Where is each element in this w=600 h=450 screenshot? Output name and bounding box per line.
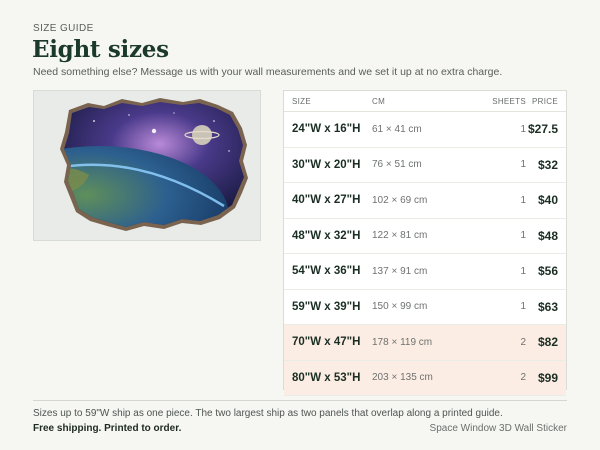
row-cm: 150 × 99 cm [372,301,428,313]
table-row: 70"W x 47"H 178 × 119 cm 2 $82 [284,325,566,361]
row-price: $56 [537,264,558,279]
row-price: $99 [537,370,558,385]
row-price: $27.5 [527,122,558,137]
col-price-header: PRICE [532,96,558,106]
row-cm: 122 × 81 cm [372,230,428,242]
table-header: SIZE CM SHEETS PRICE [284,91,566,112]
table-row: 24"W x 16"H 61 × 41 cm 1 $27.5 [284,112,566,148]
row-sheets: 1 [520,159,526,171]
shipping-note: Sizes up to 59"W ship as one piece. The … [33,408,503,419]
planet-icon [192,125,212,145]
row-price: $48 [537,228,558,243]
row-cm: 61 × 41 cm [372,123,422,135]
space-window-illustration [60,98,248,231]
table-row: 48"W x 32"H 122 × 81 cm 1 $48 [284,219,566,254]
row-price: $63 [537,299,558,314]
row-sheets: 1 [520,123,526,135]
size-table: SIZE CM SHEETS PRICE 24"W x 16"H 61 × 41… [283,90,567,396]
row-size: 40"W x 27"H [292,194,361,207]
table-row: 80"W x 53"H 203 × 135 cm 2 $99 [284,360,566,396]
row-sheets: 1 [520,301,526,313]
row-price: $82 [537,335,558,350]
col-cm-header: CM [372,96,386,106]
table-row: 59"W x 39"H 150 × 99 cm 1 $63 [284,290,566,325]
col-sheets-header: SHEETS [492,96,526,106]
eyebrow: SIZE GUIDE [33,23,94,34]
row-size: 59"W x 39"H [292,300,361,313]
row-sheets: 1 [520,230,526,242]
row-cm: 137 × 91 cm [372,265,428,277]
row-cm: 102 × 69 cm [372,194,428,206]
free-shipping-text: Free shipping. Printed to order. [33,423,182,434]
product-name: Space Window 3D Wall Sticker [429,423,567,434]
footer-divider [33,400,567,401]
table-row: 54"W x 36"H 137 × 91 cm 1 $56 [284,254,566,290]
row-size: 70"W x 47"H [292,336,361,349]
table-row: 40"W x 27"H 102 × 69 cm 1 $40 [284,183,566,219]
row-cm: 178 × 119 cm [372,336,433,348]
row-sheets: 2 [520,336,526,348]
row-size: 54"W x 36"H [292,265,361,278]
page-title: Eight sizes [32,36,169,63]
row-price: $40 [537,193,558,208]
row-size: 30"W x 20"H [292,158,361,171]
row-price: $32 [537,157,558,172]
col-size-header: SIZE [292,96,311,106]
subtitle: Need something else? Message us with you… [33,66,503,78]
row-sheets: 1 [520,265,526,277]
row-cm: 76 × 51 cm [372,159,422,171]
row-sheets: 1 [520,194,526,206]
row-cm: 203 × 135 cm [372,372,433,384]
row-sheets: 2 [520,372,526,384]
table-row: 30"W x 20"H 76 × 51 cm 1 $32 [284,148,566,183]
row-size: 24"W x 16"H [292,123,361,136]
row-size: 48"W x 32"H [292,229,361,242]
product-preview-image [33,90,261,241]
row-size: 80"W x 53"H [292,371,361,384]
